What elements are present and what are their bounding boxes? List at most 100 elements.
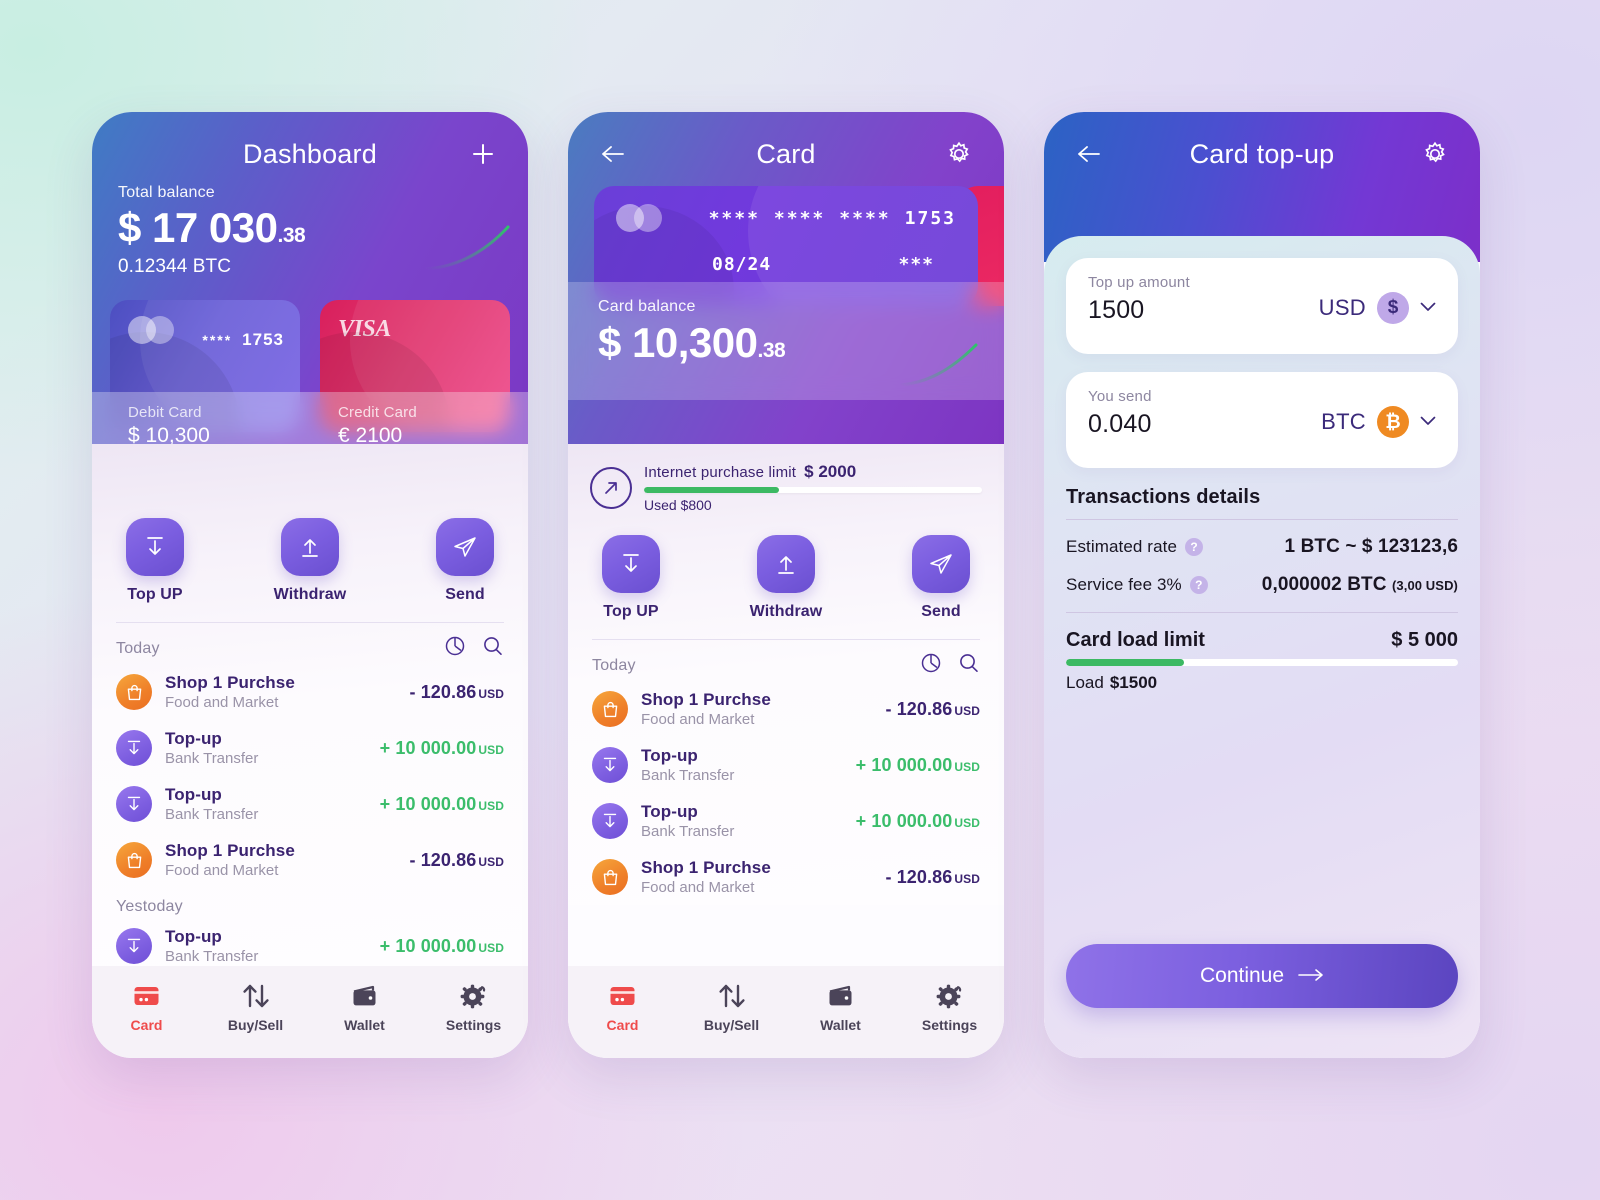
action-send[interactable]: Send [436,518,494,604]
tab-card[interactable]: Card [92,980,201,1033]
transaction-subtitle: Food and Market [641,711,755,728]
transaction-subtitle: Bank Transfer [165,750,259,767]
transaction-subtitle: Food and Market [165,694,279,711]
transaction-currency: USD [478,686,504,701]
card-visual-wrap: **** **** **** 1753 08/24 *** Card balan… [568,186,1004,400]
dashboard-hero: Dashboard Total balance $ 17 030.38 0.12… [92,112,528,444]
limit-label: Internet purchase limit [644,464,797,481]
tab-buy-sell[interactable]: Buy/Sell [201,980,310,1033]
tab-wallet[interactable]: Wallet [310,980,419,1033]
limit-progress-bar [644,487,982,493]
usd-badge-icon: $ [1377,292,1409,324]
tab-label: Buy/Sell [227,1017,284,1033]
tab-settings[interactable]: Settings [895,980,1004,1033]
action-withdraw[interactable]: Withdraw [274,518,347,604]
action-withdraw[interactable]: Withdraw [750,535,823,621]
gear-icon[interactable] [1416,135,1454,173]
you-send-input[interactable]: 0.040 [1088,410,1321,439]
quick-actions: Top UP Withdraw Send [92,484,528,604]
mastercard-logo-icon [128,316,174,344]
pie-chart-icon[interactable] [444,635,466,662]
tab-wallet[interactable]: Wallet [786,980,895,1033]
table-row[interactable]: Top-up Bank Transfer + 10 000.00 USD [92,720,528,776]
transaction-title: Top-up [641,746,698,765]
pie-chart-icon[interactable] [920,652,942,679]
quick-actions: Top UP Withdraw Send [568,513,1004,621]
primary-card-visual[interactable]: **** **** **** 1753 08/24 *** [594,186,978,306]
currency-selector-usd[interactable]: USD $ [1319,274,1436,324]
tab-label: Card [606,1017,639,1033]
card-balance-cents: .38 [757,339,786,362]
shopping-bag-icon [116,842,152,878]
table-row[interactable]: Shop 1 Purchse Food and Market - 120.86 USD [568,849,1004,905]
download-arrow-icon [116,730,152,766]
table-row[interactable]: Shop 1 Purchse Food and Market - 120.86 USD [92,664,528,720]
transaction-currency: USD [478,854,504,869]
chevron-down-icon [1420,413,1436,431]
top-up-amount-field[interactable]: Top up amount 1500 USD $ [1066,258,1458,354]
help-icon[interactable]: ? [1189,576,1208,594]
transactions-header: Today [92,623,528,664]
dashboard-body: Top UP Withdraw Send Today Shop 1 Purchs… [92,444,528,974]
upload-arrow-icon [757,535,815,593]
you-send-field[interactable]: You send 0.040 BTC ₿ [1066,372,1458,468]
continue-button[interactable]: Continue [1066,944,1458,1008]
dashboard-topbar: Dashboard [92,126,528,182]
credit-card-icon [92,980,201,1012]
currency-selector-btc[interactable]: BTC ₿ [1321,388,1436,438]
transaction-subtitle: Bank Transfer [165,806,259,823]
back-arrow-icon[interactable] [594,135,632,173]
top-up-amount-label: Top up amount [1088,274,1190,291]
table-row[interactable]: Top-up Bank Transfer + 10 000.00 USD [568,737,1004,793]
transaction-amount: - 120.86 USD [885,866,980,887]
detail-row-service-fee: Service fee 3% ? 0,000002 BTC (3,00 USD) [1066,574,1458,612]
card-topbar: Card [568,126,1004,182]
card-load-limit-row: Card load limit $ 5 000 [1066,629,1458,652]
action-top-up[interactable]: Top UP [126,518,184,604]
search-icon[interactable] [958,652,980,679]
debit-card-number: **** 1753 [202,330,284,350]
transactions-header: Today [568,640,1004,681]
transaction-title: Shop 1 Purchse [165,673,295,692]
table-row[interactable]: Shop 1 Purchse Food and Market - 120.86 USD [568,681,1004,737]
help-icon[interactable]: ? [1185,538,1204,556]
top-up-amount-input[interactable]: 1500 [1088,296,1319,325]
tab-card[interactable]: Card [568,980,677,1033]
action-send[interactable]: Send [912,535,970,621]
debit-card[interactable]: **** 1753 [110,300,300,432]
table-row[interactable]: Top-up Bank Transfer + 10 000.00 USD [92,776,528,832]
tab-label: Buy/Sell [703,1017,760,1033]
load-sub-value: $1500 [1109,673,1158,692]
plus-icon[interactable] [464,135,502,173]
transaction-subtitle: Food and Market [641,879,755,896]
tab-settings[interactable]: Settings [419,980,528,1033]
arrow-up-right-circle-icon[interactable] [590,466,632,509]
tab-buy-sell[interactable]: Buy/Sell [677,980,786,1033]
transaction-amount: + 10 000.00 USD [379,935,504,956]
transaction-title: Top-up [165,729,222,748]
action-top-up[interactable]: Top UP [602,535,660,621]
transaction-amount: - 120.86 USD [885,698,980,719]
detail-row-estimated-rate: Estimated rate ? 1 BTC ~ $ 123123,6 [1066,520,1458,574]
card-balance-sparkline-icon [898,343,978,392]
card-last4: 1753 [904,207,956,229]
transaction-currency: USD [478,798,504,813]
download-arrow-icon [602,535,660,593]
back-arrow-icon[interactable] [1070,135,1108,173]
table-row[interactable]: Shop 1 Purchse Food and Market - 120.86 USD [92,832,528,888]
table-row[interactable]: Top-up Bank Transfer + 10 000.00 USD [568,793,1004,849]
tab-label: Wallet [820,1017,861,1033]
tab-label: Settings [921,1017,978,1033]
gear-icon[interactable] [940,135,978,173]
gear-icon [895,980,1004,1012]
credit-card[interactable]: VISA [320,300,510,432]
up-down-arrows-icon [677,980,786,1012]
search-icon[interactable] [482,635,504,662]
transactions-today-list: Shop 1 Purchse Food and Market - 120.86 USD… [92,664,528,888]
card-mask-1: **** [708,207,760,229]
transaction-amount: - 120.86 USD [409,681,504,702]
transaction-currency: USD [954,703,980,718]
topup-topbar: Card top-up [1044,126,1480,182]
card-load-sub: Load $1500 [1066,673,1458,693]
tab-label: Card [130,1017,163,1033]
